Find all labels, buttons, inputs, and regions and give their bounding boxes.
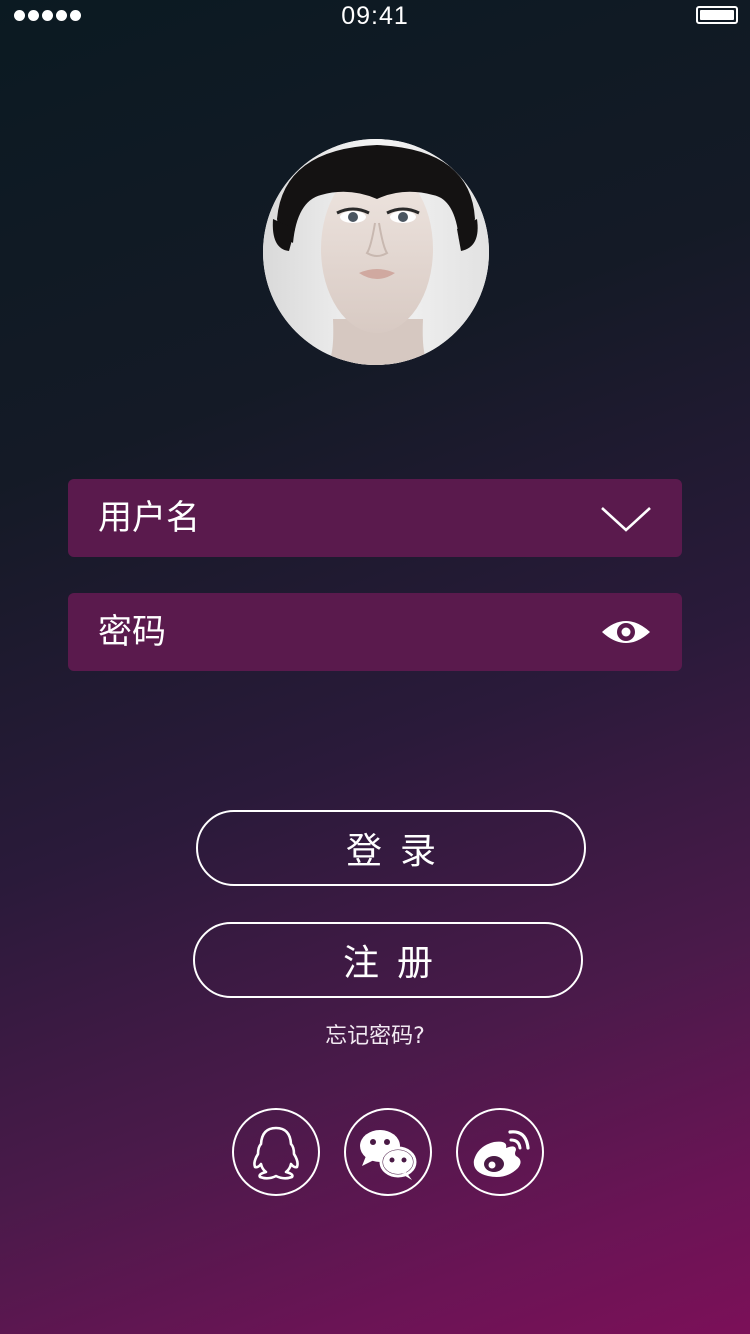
forgot-password-link[interactable]: 忘记密码? [0, 1018, 750, 1050]
username-input[interactable] [98, 479, 578, 557]
qq-login-button[interactable] [232, 1108, 320, 1196]
password-input[interactable] [98, 593, 578, 671]
chevron-down-icon[interactable] [600, 498, 652, 538]
login-button[interactable]: 登录 [196, 810, 586, 886]
battery-icon [696, 6, 738, 24]
wechat-icon [360, 1130, 417, 1180]
eye-icon[interactable] [600, 612, 652, 652]
weibo-login-button[interactable] [456, 1108, 544, 1196]
wechat-login-button[interactable] [344, 1108, 432, 1196]
password-field[interactable] [68, 593, 682, 671]
username-field[interactable] [68, 479, 682, 557]
avatar [263, 139, 489, 365]
register-button[interactable]: 注册 [193, 922, 583, 998]
weibo-icon [473, 1130, 530, 1177]
qq-icon [253, 1126, 299, 1180]
status-bar: 09:41 [0, 0, 750, 34]
status-time: 09:41 [341, 2, 409, 30]
